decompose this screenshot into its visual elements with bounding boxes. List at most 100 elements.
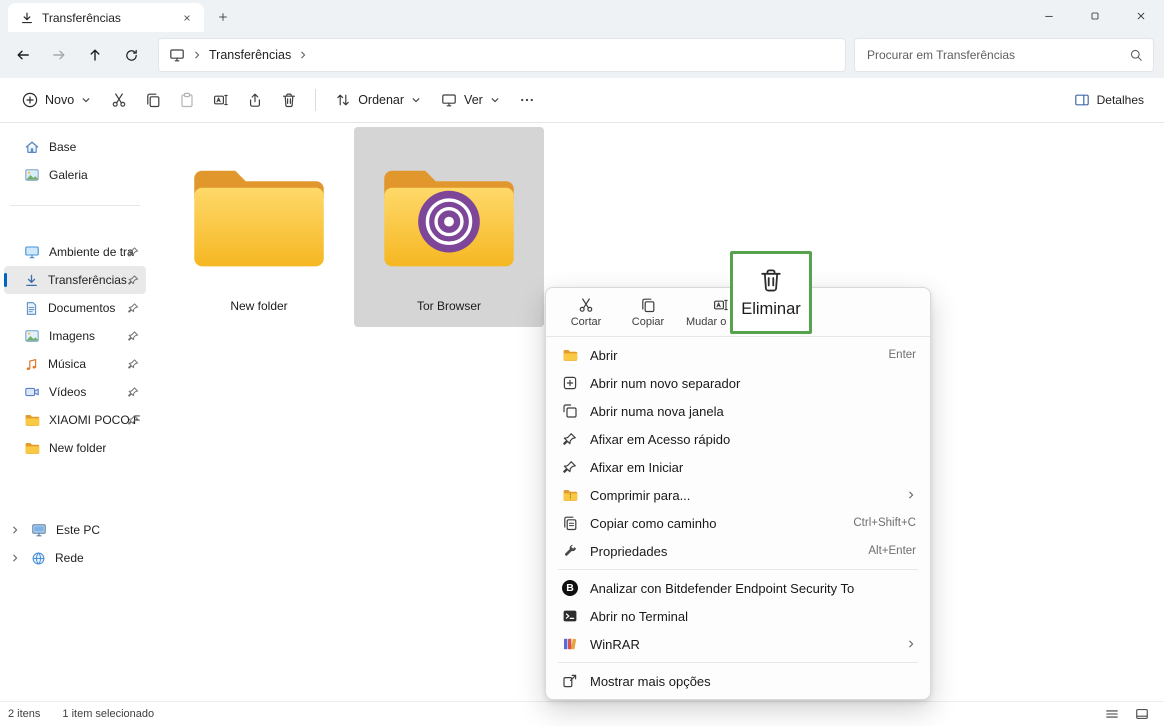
delete-button[interactable] bbox=[273, 84, 305, 116]
sidebar-item-label: Ambiente de tra bbox=[49, 245, 134, 259]
tor-browser-folder-icon bbox=[374, 141, 524, 293]
copy-button[interactable] bbox=[137, 84, 169, 116]
maximize-button[interactable] bbox=[1072, 0, 1118, 32]
sidebar-divider bbox=[10, 205, 140, 206]
menu-item-label: Abrir bbox=[590, 348, 877, 363]
more-options-icon[interactable] bbox=[511, 84, 543, 116]
sidebar-item-label: Documentos bbox=[48, 301, 115, 315]
menu-item-propriedades[interactable]: Propriedades Alt+Enter bbox=[550, 537, 926, 565]
menu-item-label: Copiar como caminho bbox=[590, 516, 841, 531]
sort-button-label: Ordenar bbox=[358, 93, 404, 107]
pin-icon bbox=[128, 303, 139, 314]
context-menu: Cortar Copiar Mudar o nome Abrir bbox=[545, 287, 931, 700]
wrench-icon bbox=[560, 544, 580, 559]
breadcrumb[interactable]: Transferências bbox=[158, 38, 846, 72]
details-pane-icon bbox=[1074, 92, 1090, 108]
search-box[interactable] bbox=[854, 38, 1154, 72]
chevron-right-icon bbox=[192, 50, 202, 60]
back-button[interactable] bbox=[6, 39, 40, 71]
close-button[interactable] bbox=[1118, 0, 1164, 32]
menu-item-afixar-acesso-rapido[interactable]: Afixar em Acesso rápido bbox=[550, 425, 926, 453]
sidebar-item-imagens[interactable]: Imagens bbox=[4, 322, 146, 350]
pin-icon bbox=[128, 359, 139, 370]
paste-button[interactable] bbox=[171, 84, 203, 116]
menu-item-label: Mostrar mais opções bbox=[590, 674, 916, 689]
sidebar-item-musica[interactable]: Música bbox=[4, 350, 146, 378]
scissors-icon bbox=[578, 297, 594, 313]
file-tile-new-folder[interactable]: New folder bbox=[164, 127, 354, 327]
view-button[interactable]: Ver bbox=[432, 84, 509, 116]
download-icon bbox=[24, 273, 39, 288]
sidebar-item-label: Música bbox=[48, 357, 86, 371]
menu-item-copiar-como-caminho[interactable]: Copiar como caminho Ctrl+Shift+C bbox=[550, 509, 926, 537]
chevron-down-icon bbox=[81, 95, 91, 105]
new-window-icon bbox=[560, 403, 580, 419]
quick-action-eliminar[interactable]: Eliminar bbox=[730, 251, 812, 334]
window-controls bbox=[1026, 0, 1164, 32]
sidebar-item-xiaomi-poco[interactable]: XIAOMI POCO F bbox=[4, 406, 146, 434]
folder-icon bbox=[24, 412, 40, 428]
bitdefender-letter: B bbox=[562, 580, 578, 596]
tab-transferencias[interactable]: Transferências bbox=[8, 3, 204, 32]
menu-item-abrir-no-terminal[interactable]: Abrir no Terminal bbox=[550, 602, 926, 630]
folder-icon bbox=[184, 141, 334, 293]
rename-button[interactable] bbox=[205, 84, 237, 116]
menu-item-label: Propriedades bbox=[590, 544, 856, 559]
menu-item-abrir-novo-separador[interactable]: Abrir num novo separador bbox=[550, 369, 926, 397]
forward-button[interactable] bbox=[42, 39, 76, 71]
network-icon bbox=[31, 551, 46, 566]
sidebar-item-new-folder[interactable]: New folder bbox=[4, 434, 146, 462]
new-button-label: Novo bbox=[45, 93, 74, 107]
menu-item-shortcut: Enter bbox=[889, 349, 917, 361]
menu-item-bitdefender-scan[interactable]: B Analizar con Bitdefender Endpoint Secu… bbox=[550, 574, 926, 602]
file-name: Tor Browser bbox=[417, 299, 481, 313]
chevron-right-icon[interactable] bbox=[8, 525, 22, 535]
menu-item-abrir-nova-janela[interactable]: Abrir numa nova janela bbox=[550, 397, 926, 425]
menu-item-comprimir-para[interactable]: Comprimir para... bbox=[550, 481, 926, 509]
file-tile-tor-browser[interactable]: Tor Browser bbox=[354, 127, 544, 327]
quick-action-cortar[interactable]: Cortar bbox=[558, 297, 614, 328]
new-button[interactable]: Novo bbox=[12, 84, 101, 116]
sidebar-item-rede[interactable]: Rede bbox=[4, 544, 146, 572]
search-icon bbox=[1129, 48, 1143, 62]
pin-icon bbox=[128, 247, 139, 258]
toolbar-divider bbox=[315, 89, 316, 111]
sidebar-item-este-pc[interactable]: Este PC bbox=[4, 516, 146, 544]
quick-action-copiar[interactable]: Copiar bbox=[620, 297, 676, 328]
tab-title: Transferências bbox=[42, 11, 170, 25]
minimize-button[interactable] bbox=[1026, 0, 1072, 32]
selected-count: 1 item selecionado bbox=[62, 708, 154, 720]
quick-action-label: Copiar bbox=[632, 316, 664, 328]
large-icons-view-icon[interactable] bbox=[1132, 705, 1152, 723]
refresh-button[interactable] bbox=[114, 39, 148, 71]
search-input[interactable] bbox=[865, 47, 1123, 63]
chevron-right-icon[interactable] bbox=[8, 553, 22, 563]
sidebar-item-galeria[interactable]: Galeria bbox=[4, 161, 146, 189]
sidebar-item-base[interactable]: Base bbox=[4, 133, 146, 161]
breadcrumb-location[interactable]: Transferências bbox=[209, 48, 291, 62]
copy-icon bbox=[640, 297, 656, 313]
menu-item-shortcut: Alt+Enter bbox=[868, 545, 916, 557]
new-tab-button[interactable] bbox=[210, 4, 236, 30]
menu-item-mostrar-mais-opcoes[interactable]: Mostrar mais opções bbox=[550, 667, 926, 695]
menu-item-winrar[interactable]: WinRAR bbox=[550, 630, 926, 658]
cut-button[interactable] bbox=[103, 84, 135, 116]
sort-button[interactable]: Ordenar bbox=[326, 84, 430, 116]
up-button[interactable] bbox=[78, 39, 112, 71]
menu-item-afixar-iniciar[interactable]: Afixar em Iniciar bbox=[550, 453, 926, 481]
menu-item-abrir[interactable]: Abrir Enter bbox=[550, 341, 926, 369]
winrar-icon bbox=[560, 636, 580, 652]
rename-icon bbox=[713, 297, 729, 313]
chevron-right-icon bbox=[906, 490, 916, 500]
menu-item-label: WinRAR bbox=[590, 637, 894, 652]
share-button[interactable] bbox=[239, 84, 271, 116]
sidebar-item-transferencias[interactable]: Transferências bbox=[4, 266, 146, 294]
tab-close-icon[interactable] bbox=[178, 9, 196, 27]
sidebar-item-ambiente-de-trabalho[interactable]: Ambiente de tra bbox=[4, 238, 146, 266]
details-view-icon[interactable] bbox=[1102, 705, 1122, 723]
copy-path-icon bbox=[560, 515, 580, 531]
details-pane-button[interactable]: Detalhes bbox=[1066, 84, 1152, 116]
sidebar-item-documentos[interactable]: Documentos bbox=[4, 294, 146, 322]
sidebar-item-videos[interactable]: Vídeos bbox=[4, 378, 146, 406]
menu-item-label: Afixar em Iniciar bbox=[590, 460, 916, 475]
